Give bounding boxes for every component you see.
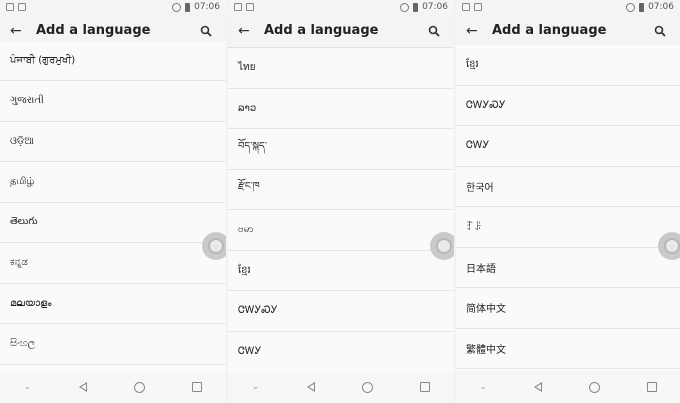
language-item[interactable]: ਪੰਜਾਬੀ (ਗੁਰਮੁਖੀ) <box>0 41 226 81</box>
nav-back-icon[interactable] <box>306 382 315 392</box>
nav-recents-icon[interactable] <box>420 382 431 392</box>
language-item[interactable]: ខ្មែរ <box>228 250 454 291</box>
vibrate-icon <box>172 2 182 12</box>
status-time: 07:06 <box>422 2 448 12</box>
language-item[interactable]: മലയാളം <box>0 283 226 324</box>
status-time: 07:06 <box>194 2 220 12</box>
language-item[interactable]: తెలుగు <box>0 202 226 243</box>
language-item[interactable]: 日本語 <box>456 247 680 288</box>
language-item[interactable]: ꆈꌠ <box>456 207 680 248</box>
arrow-back-icon[interactable]: ← <box>238 23 264 39</box>
status-time: 07:06 <box>648 2 674 12</box>
screen-panel-1: 07:06 ← Add a language ਪੰਜਾਬੀ (ਗੁਰਮੁਖੀ) … <box>0 0 226 403</box>
page-title: Add a language <box>264 23 379 38</box>
language-item[interactable]: ଓଡ଼ିଆ <box>0 121 226 162</box>
chevron-down-icon[interactable]: ⌄ <box>252 382 260 392</box>
battery-icon <box>639 2 645 12</box>
language-item[interactable]: ລາວ <box>228 88 454 129</box>
nav-back-icon[interactable] <box>78 382 87 392</box>
notification-icon <box>462 3 470 11</box>
battery-icon <box>413 2 419 12</box>
image-icon <box>474 3 482 11</box>
language-list: ไทย ລາວ བོད་སྐད་ རྫོང་ཁ ဗမာ ខ្មែរ ᏣᎳᎩᏍᎩ … <box>228 48 454 372</box>
page-title: Add a language <box>492 23 607 38</box>
status-bar: 07:06 <box>0 0 226 14</box>
language-item[interactable]: ဗမာ <box>228 210 454 251</box>
vibrate-icon <box>626 2 636 12</box>
language-item[interactable]: 简体中文 <box>456 288 680 329</box>
nav-home-icon[interactable] <box>361 381 373 393</box>
language-item[interactable]: རྫོང་ཁ <box>228 169 454 210</box>
app-bar: ← Add a language <box>228 14 454 48</box>
app-bar: ← Add a language <box>456 14 680 48</box>
image-icon <box>246 3 254 11</box>
language-item[interactable]: 繁體中文 <box>456 328 680 369</box>
floating-assist-button[interactable] <box>430 232 454 260</box>
search-icon[interactable] <box>196 21 216 41</box>
language-item[interactable]: ᏣᎳᎩ <box>456 126 680 167</box>
notification-icon <box>6 3 14 11</box>
system-nav-bar: ⌄ <box>456 371 680 403</box>
language-item[interactable]: ไทย <box>228 48 454 89</box>
language-item[interactable]: 한국어 <box>456 166 680 207</box>
language-item[interactable]: ᏣᎳᎩᏍᎩ <box>228 291 454 332</box>
nav-back-icon[interactable] <box>533 382 542 392</box>
system-nav-bar: ⌄ <box>228 371 454 403</box>
arrow-back-icon[interactable]: ← <box>10 23 36 39</box>
language-item[interactable]: ខ្មែរ <box>456 45 680 86</box>
chevron-down-icon[interactable]: ⌄ <box>24 382 32 392</box>
notification-icon <box>234 3 242 11</box>
nav-home-icon[interactable] <box>133 381 145 393</box>
language-item[interactable]: བོད་སྐད་ <box>228 129 454 170</box>
image-icon <box>18 3 26 11</box>
arrow-back-icon[interactable]: ← <box>466 23 492 39</box>
screenshot-collage: 07:06 ← Add a language ਪੰਜਾਬੀ (ਗੁਰਮੁਖੀ) … <box>0 0 680 403</box>
screen-panel-2: 07:06 ← Add a language ไทย ລາວ བོད་སྐད་ … <box>228 0 454 403</box>
language-item[interactable]: ᏣᎳᎩ <box>228 331 454 372</box>
battery-icon <box>185 2 191 12</box>
floating-assist-button[interactable] <box>202 232 226 260</box>
system-nav-bar: ⌄ <box>0 371 226 403</box>
language-item[interactable]: සිංහල <box>0 324 226 365</box>
search-icon[interactable] <box>424 21 444 41</box>
nav-recents-icon[interactable] <box>192 382 203 392</box>
status-bar: 07:06 <box>228 0 454 14</box>
screen-panel-3: 07:06 ← Add a language ខ្មែរ ᏣᎳᎩᏍᎩ ᏣᎳᎩ 한… <box>456 0 680 403</box>
nav-home-icon[interactable] <box>588 381 600 393</box>
search-icon[interactable] <box>650 21 670 41</box>
language-item[interactable]: ᏣᎳᎩᏍᎩ <box>456 85 680 126</box>
language-item[interactable]: ગુજરાતી <box>0 81 226 122</box>
status-bar: 07:06 <box>456 0 680 14</box>
language-item[interactable]: ಕನ್ನಡ <box>0 243 226 284</box>
nav-recents-icon[interactable] <box>646 382 657 392</box>
floating-assist-button[interactable] <box>658 232 680 260</box>
vibrate-icon <box>400 2 410 12</box>
chevron-down-icon[interactable]: ⌄ <box>479 382 487 392</box>
language-list: ខ្មែរ ᏣᎳᎩᏍᎩ ᏣᎳᎩ 한국어 ꆈꌠ 日本語 简体中文 繁體中文 <box>456 45 680 369</box>
page-title: Add a language <box>36 23 151 38</box>
language-list: ਪੰਜਾਬੀ (ਗੁਰਮੁਖੀ) ગુજરાતી ଓଡ଼ିଆ தமிழ் తెల… <box>0 41 226 365</box>
language-item[interactable]: தமிழ் <box>0 162 226 203</box>
